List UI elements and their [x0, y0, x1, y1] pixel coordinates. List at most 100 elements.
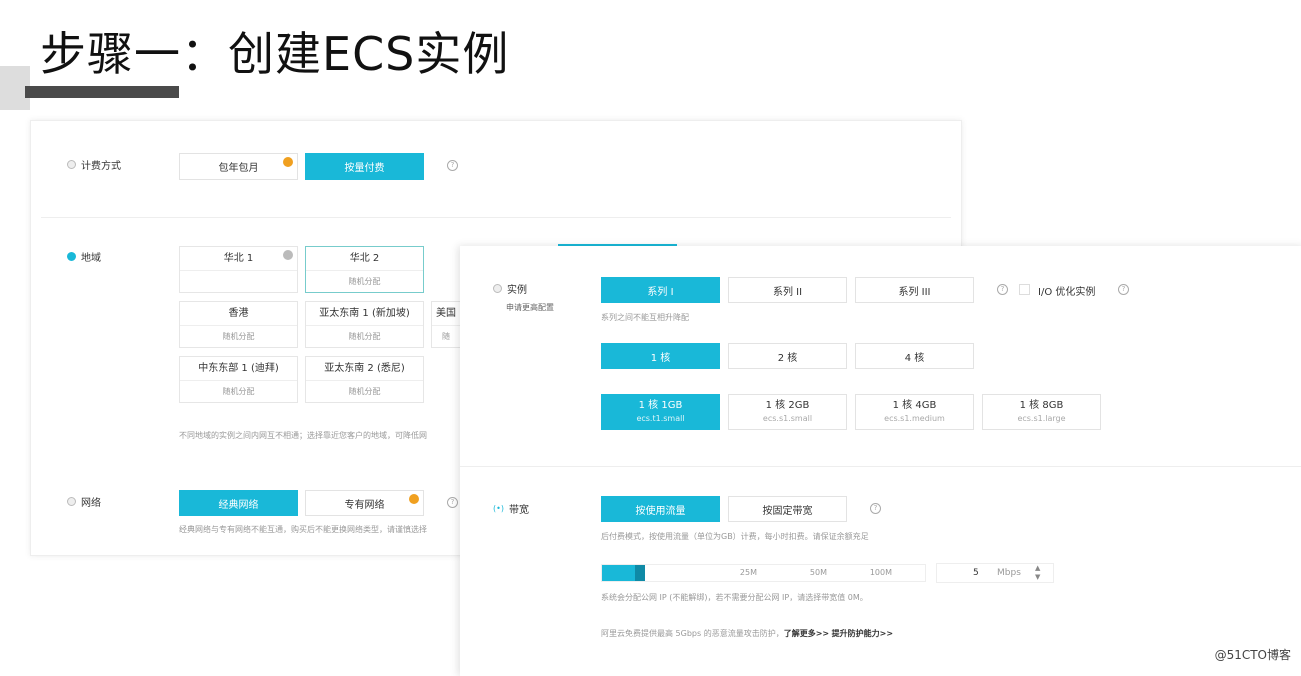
region-hint: 不同地域的实例之间内网互不相通；选择靠近您客户的地域，可降低网: [179, 431, 427, 440]
zone-select[interactable]: 随机分配: [180, 326, 297, 348]
learn-more-link[interactable]: 了解更多>>: [784, 629, 829, 638]
bandwidth-slider[interactable]: 25M 50M 100M: [601, 564, 926, 582]
instance-config-panel: 实例 申请更高配置 系列 I 系列 II 系列 III ? I/O 优化实例 ?…: [460, 246, 1301, 676]
region-option[interactable]: 中东东部 1 (迪拜) 随机分配: [179, 356, 298, 403]
region-option[interactable]: 亚太东南 1 (新加坡) 随机分配: [305, 301, 424, 348]
code: ecs.s1.large: [1017, 414, 1066, 423]
help-icon[interactable]: ?: [447, 160, 458, 171]
billing-label: 计费方式: [67, 157, 121, 172]
classic-network-button[interactable]: 经典网络: [179, 490, 298, 516]
zone-select[interactable]: 随机分配: [180, 381, 297, 403]
slider-handle[interactable]: [635, 565, 645, 581]
label: 4 核: [904, 352, 925, 364]
region-option[interactable]: 亚太东南 2 (悉尼) 随机分配: [305, 356, 424, 403]
help-icon[interactable]: ?: [997, 284, 1008, 295]
network-label-text: 网络: [81, 498, 101, 509]
label: 系列 III: [898, 286, 931, 298]
network-label: 网络: [67, 494, 101, 509]
io-optimized-label: I/O 优化实例: [1038, 287, 1096, 298]
series-3-button[interactable]: 系列 III: [855, 277, 974, 303]
instance-type-option[interactable]: 1 核 4GB ecs.s1.medium: [855, 394, 974, 430]
region-name: 香港: [180, 302, 297, 326]
label: 包年包月: [218, 163, 259, 174]
upgrade-protection-link[interactable]: 提升防护能力>>: [832, 629, 893, 638]
request-higher-config-link[interactable]: 申请更高配置: [506, 302, 554, 313]
region-name: 亚太东南 1 (新加坡): [306, 302, 423, 326]
bandwidth-hint: 后付费模式，按使用流量（单位为GB）计费，每小时扣费。请保证余额充足: [601, 532, 869, 541]
core-option-2[interactable]: 2 核: [728, 343, 847, 369]
zone-select[interactable]: 随机分配: [306, 381, 423, 403]
code: ecs.s1.small: [762, 414, 813, 423]
vpc-network-button[interactable]: 专有网络: [305, 490, 424, 516]
billing-payg-button[interactable]: 按量付费: [305, 153, 424, 180]
core-option-1[interactable]: 1 核: [601, 343, 720, 369]
region-name: 美国: [432, 302, 460, 326]
instance-type-option[interactable]: 1 核 8GB ecs.s1.large: [982, 394, 1101, 430]
ddos-hint: 阿里云免费提供最高 5Gbps 的恶意流量攻击防护，: [601, 629, 784, 638]
network-icon: [67, 497, 76, 506]
promo-badge-icon: [409, 494, 419, 504]
help-icon[interactable]: ?: [447, 497, 458, 508]
help-icon[interactable]: ?: [870, 503, 881, 514]
label: 按固定带宽: [762, 505, 813, 517]
region-name: 华北 2: [306, 247, 423, 271]
region-option[interactable]: 香港 随机分配: [179, 301, 298, 348]
tick-25m: 25M: [739, 568, 757, 577]
help-icon[interactable]: ?: [1118, 284, 1129, 295]
zone-select[interactable]: 随机分配: [306, 271, 423, 293]
network-hint: 经典网络与专有网络不能互通，购买后不能更换网络类型，请谨慎选择: [179, 525, 427, 534]
label: 系列 II: [772, 286, 803, 298]
info-badge-icon: [283, 250, 293, 260]
divider: [460, 466, 1301, 467]
instance-type-option[interactable]: 1 核 2GB ecs.s1.small: [728, 394, 847, 430]
label: 1 核: [650, 352, 671, 364]
code: ecs.s1.medium: [884, 414, 945, 423]
signal-icon: (•): [493, 504, 504, 513]
region-option[interactable]: 美国随: [431, 301, 461, 348]
tick-50m: 50M: [809, 568, 827, 577]
series-hint: 系列之间不能互相升降配: [601, 313, 689, 322]
instance-label: 实例: [493, 281, 527, 296]
bandwidth-label: (•) 带宽: [493, 501, 529, 516]
slide-title: 步骤一：创建ECS实例: [40, 27, 510, 81]
label: 经典网络: [218, 499, 259, 511]
zone-select[interactable]: 随机分配: [306, 326, 423, 348]
region-label-text: 地域: [81, 253, 101, 264]
core-option-4[interactable]: 4 核: [855, 343, 974, 369]
bandwidth-value: 5: [973, 568, 979, 578]
label: 按量付费: [344, 163, 385, 174]
instance-type-option[interactable]: 1 核 1GB ecs.t1.small: [601, 394, 720, 430]
bandwidth-input[interactable]: 5 Mbps ▲ ▼: [936, 563, 1054, 583]
region-option[interactable]: 华北 1: [179, 246, 298, 293]
tick-100m: 100M: [869, 568, 892, 577]
pay-by-traffic-button[interactable]: 按使用流量: [601, 496, 720, 522]
region-option-selected[interactable]: 华北 2 随机分配: [305, 246, 424, 293]
series-1-button[interactable]: 系列 I: [601, 277, 720, 303]
ip-hint: 系统会分配公网 IP (不能解绑)，若不需要分配公网 IP，请选择带宽值 0M。: [601, 593, 868, 602]
label: 系列 I: [647, 286, 674, 298]
promo-badge-icon: [283, 157, 293, 167]
stepper-arrows-icon[interactable]: ▲ ▼: [1035, 564, 1040, 582]
region-label: 地域: [67, 249, 101, 264]
billing-icon: [67, 160, 76, 169]
slider-fill: [602, 565, 639, 581]
bandwidth-label-text: 带宽: [508, 505, 529, 516]
label: 2 核: [777, 352, 798, 364]
spec: 1 核 1GB: [638, 400, 683, 411]
spec: 1 核 8GB: [1019, 400, 1064, 411]
series-2-button[interactable]: 系列 II: [728, 277, 847, 303]
spec: 1 核 4GB: [892, 400, 937, 411]
fixed-bandwidth-button[interactable]: 按固定带宽: [728, 496, 847, 522]
zone-select[interactable]: [180, 271, 297, 293]
instance-icon: [493, 284, 502, 293]
title-underline: [25, 86, 179, 98]
billing-yearly-button[interactable]: 包年包月: [179, 153, 298, 180]
code: ecs.t1.small: [636, 414, 685, 423]
io-optimized-checkbox[interactable]: [1019, 284, 1030, 295]
region-name: 华北 1: [180, 247, 297, 271]
watermark: @51CTO博客: [1214, 648, 1291, 662]
region-name: 亚太东南 2 (悉尼): [306, 357, 423, 381]
label: 按使用流量: [635, 505, 686, 517]
billing-label-text: 计费方式: [81, 161, 121, 172]
zone-select[interactable]: 随: [432, 326, 460, 347]
